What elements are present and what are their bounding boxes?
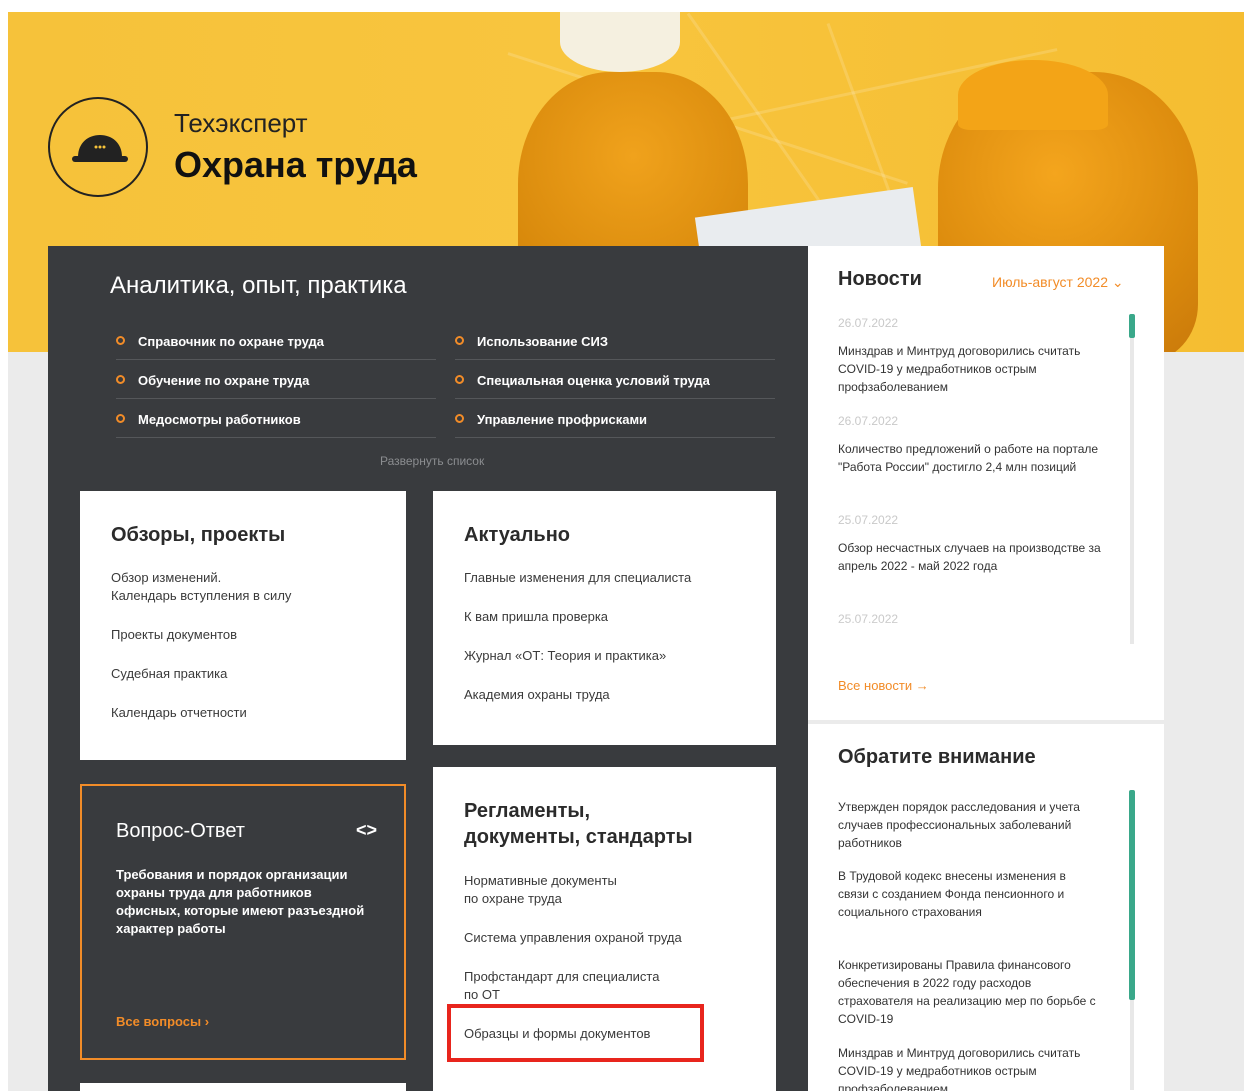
actual-link[interactable]: Главные изменения для специалиста [464,569,691,587]
arrow-right-icon: → [915,678,929,693]
all-questions-link[interactable]: Все вопросы › [116,1014,209,1029]
bullet-icon [116,375,125,384]
news-scrollbar[interactable] [1130,314,1134,644]
attention-title: Обратите внимание [838,746,1036,768]
news-date: 25.07.2022 [838,513,899,527]
worker-left-helmet [560,12,680,72]
card-bottom-stub [80,1083,406,1091]
divider [116,437,436,438]
actual-link[interactable]: Журнал «ОТ: Теория и практика» [464,647,666,665]
analytics-link[interactable]: Обучение по охране труда [116,373,309,388]
bullet-icon [455,375,464,384]
analytics-link[interactable]: Специальная оценка условий труда [455,373,710,388]
reviews-link-calendar[interactable]: Календарь отчетности [111,704,247,722]
reviews-title: Обзоры, проекты [111,524,286,546]
attention-item[interactable]: Конкретизированы Правила финансового обе… [838,956,1098,1028]
analytics-link[interactable]: Использование СИЗ [455,334,608,349]
regulations-link-system[interactable]: Система управления охраной труда [464,929,682,947]
news-title: Новости [838,268,922,290]
actual-link[interactable]: К вам пришла проверка [464,608,608,626]
divider [116,398,436,399]
divider [455,437,775,438]
worker-right-helmet [958,60,1108,130]
qa-card: Вопрос-Ответ <> Требования и порядок орг… [80,784,406,1060]
bullet-icon [455,414,464,423]
expand-list-link[interactable]: Развернуть список [380,454,484,468]
brand-title: Охрана труда [174,144,417,185]
divider [455,359,775,360]
divider [455,398,775,399]
analytics-title: Аналитика, опыт, практика [110,272,407,299]
regulations-title: Регламенты, документы, стандарты [464,800,693,848]
highlight-box [447,1004,704,1062]
qa-nav-arrows-icon[interactable]: <> [356,820,377,841]
attention-item[interactable]: Минздрав и Минтруд договорились считать … [838,1044,1098,1091]
attention-item[interactable]: В Трудовой кодекс внесены изменения в св… [838,867,1098,921]
analytics-link[interactable]: Справочник по охране труда [116,334,324,349]
brand-subtitle: Техэксперт [174,108,308,138]
reviews-link-projects[interactable]: Проекты документов [111,626,237,644]
actual-title: Актуально [464,524,571,546]
all-news-link[interactable]: Все новости → [838,678,929,693]
qa-question[interactable]: Требования и порядок организации охраны … [116,866,376,938]
bullet-icon [455,336,464,345]
news-date: 26.07.2022 [838,414,899,428]
bullet-icon [116,336,125,345]
analytics-link[interactable]: Управление профрисками [455,412,647,427]
news-period-select[interactable]: Июль-август 2022 ⌄ [992,274,1124,291]
qa-title: Вопрос-Ответ [116,820,245,842]
actual-link[interactable]: Академия охраны труда [464,686,610,704]
attention-item[interactable]: Утвержден порядок расследования и учета … [838,798,1098,852]
news-item[interactable]: Обзор несчастных случаев на производстве… [838,539,1113,575]
chevron-down-icon: ⌄ [1111,274,1124,290]
chevron-right-icon: › [204,1014,210,1029]
reviews-link-changes[interactable]: Обзор изменений. Календарь вступления в с… [111,569,291,605]
reviews-link-court[interactable]: Судебная практика [111,665,227,683]
regulations-link-normative[interactable]: Нормативные документы по охране труда [464,872,617,908]
news-fade [830,620,1120,650]
regulations-link-profstandard[interactable]: Профстандарт для специалиста по ОТ [464,968,659,1004]
analytics-link[interactable]: Медосмотры работников [116,412,301,427]
bullet-icon [116,414,125,423]
reviews-card: Обзоры, проекты Обзор изменений. Календар… [80,491,406,760]
divider [116,359,436,360]
hard-hat-icon [72,135,128,162]
attention-panel: Обратите внимание Утвержден порядок расс… [808,724,1164,1091]
actual-card: Актуально Главные изменения для специали… [433,491,776,745]
news-item[interactable]: Минздрав и Минтруд договорились считать … [838,342,1113,396]
news-item[interactable]: Количество предложений о работе на порта… [838,440,1113,476]
news-date: 26.07.2022 [838,316,899,330]
attention-scroll-thumb[interactable] [1129,790,1135,1000]
logo[interactable] [48,97,148,197]
news-scroll-thumb[interactable] [1129,314,1135,338]
